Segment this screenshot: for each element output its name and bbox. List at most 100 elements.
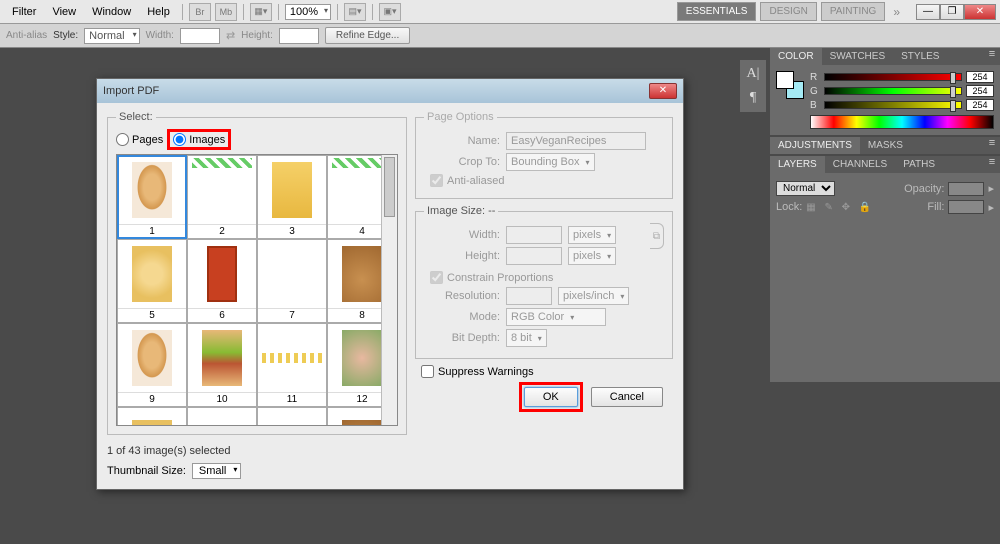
thumb-6[interactable]: 6 xyxy=(187,239,257,323)
spectrum-ramp[interactable] xyxy=(810,115,994,129)
refine-edge-button[interactable]: Refine Edge... xyxy=(325,27,410,44)
suppress-warnings-checkbox[interactable] xyxy=(421,365,434,378)
tab-adjustments[interactable]: ADJUSTMENTS xyxy=(770,137,860,154)
images-radio-highlight: Images xyxy=(167,129,231,150)
pages-radio[interactable]: Pages xyxy=(116,133,163,146)
thumb-14[interactable] xyxy=(187,407,257,426)
thumbnail-grid: 1 2 3 4 5 6 7 8 9 10 11 12 xyxy=(116,154,398,426)
style-dropdown[interactable]: Normal▾ xyxy=(84,28,139,44)
tool-mb-icon[interactable]: Mb xyxy=(215,3,237,21)
thumb-9[interactable]: 9 xyxy=(117,323,187,407)
image-size-legend: Image Size: -- xyxy=(424,205,498,217)
ok-button[interactable]: OK xyxy=(524,387,578,407)
blend-mode-dropdown[interactable]: Normal xyxy=(776,181,835,196)
layers-panel: LAYERS CHANNELS PATHS ≡ Normal Opacity: … xyxy=(770,156,1000,382)
thumb-scrollbar[interactable] xyxy=(381,155,397,425)
fill-label: Fill: xyxy=(927,201,944,213)
thumb-13[interactable] xyxy=(117,407,187,426)
thumb-5[interactable]: 5 xyxy=(117,239,187,323)
thumb-1[interactable]: 1 xyxy=(117,155,187,239)
tab-masks[interactable]: MASKS xyxy=(860,137,911,154)
right-panels: A| ¶ COLOR SWATCHES STYLES ≡ R254 G254 B… xyxy=(770,48,1000,384)
tab-paths[interactable]: PATHS xyxy=(895,156,943,173)
thumbsize-dropdown[interactable]: Small▾ xyxy=(192,463,242,479)
menu-window[interactable]: Window xyxy=(84,3,139,21)
opacity-flyout-icon[interactable]: ▸ xyxy=(988,182,994,195)
b-slider[interactable] xyxy=(824,101,962,109)
bitdepth-dropdown[interactable]: 8 bit xyxy=(506,329,547,347)
tab-layers[interactable]: LAYERS xyxy=(770,156,825,173)
dialog-close-button[interactable]: ✕ xyxy=(649,83,677,99)
import-pdf-dialog: Import PDF ✕ Select: Pages Images 1 2 3 xyxy=(96,78,684,490)
is-height-field[interactable] xyxy=(506,247,562,265)
thumb-11[interactable]: 11 xyxy=(257,323,327,407)
g-value[interactable]: 254 xyxy=(966,85,994,97)
tool-br-icon[interactable]: Br xyxy=(189,3,211,21)
workspace-essentials[interactable]: ESSENTIALS xyxy=(677,2,757,21)
arrange-docs-icon[interactable]: ▤▾ xyxy=(344,3,366,21)
style-label: Style: xyxy=(53,30,78,41)
fill-flyout-icon[interactable]: ▸ xyxy=(988,201,994,214)
constrain-link-icon[interactable]: ⧉ xyxy=(650,223,664,249)
opacity-field[interactable] xyxy=(948,182,984,196)
select-fieldset: Select: Pages Images 1 2 3 4 5 6 xyxy=(107,111,407,435)
layers-panel-menu-icon[interactable]: ≡ xyxy=(984,156,1000,173)
workspace-more-icon[interactable]: » xyxy=(889,5,904,19)
workspace-design[interactable]: DESIGN xyxy=(760,2,816,21)
thumb-15[interactable] xyxy=(257,407,327,426)
workspace-painting[interactable]: PAINTING xyxy=(821,2,885,21)
type-panel-icon[interactable]: A| xyxy=(740,62,766,86)
name-field[interactable] xyxy=(506,132,646,150)
thumb-2[interactable]: 2 xyxy=(187,155,257,239)
tab-styles[interactable]: STYLES xyxy=(893,48,947,65)
options-bar: Anti-alias Style: Normal▾ Width: ⇄ Heigh… xyxy=(0,24,1000,48)
window-minimize-icon[interactable]: — xyxy=(916,4,940,20)
paragraph-panel-icon[interactable]: ¶ xyxy=(740,86,766,110)
collapsed-panels: A| ¶ xyxy=(740,60,766,112)
swap-icon[interactable]: ⇄ xyxy=(226,29,235,42)
antialiased-checkbox[interactable] xyxy=(430,174,443,187)
width-field[interactable] xyxy=(180,28,220,44)
dialog-titlebar[interactable]: Import PDF ✕ xyxy=(97,79,683,103)
zoom-dropdown[interactable]: 100% xyxy=(285,4,331,20)
thumbsize-label: Thumbnail Size: xyxy=(107,465,186,477)
constrain-checkbox[interactable] xyxy=(430,271,443,284)
thumb-7[interactable]: 7 xyxy=(257,239,327,323)
lock-icons[interactable]: ▦ ✎ ✥ 🔒 xyxy=(806,202,874,213)
window-restore-icon[interactable]: ❐ xyxy=(940,4,964,20)
menu-filter[interactable]: Filter xyxy=(4,3,44,21)
cancel-button[interactable]: Cancel xyxy=(591,387,663,407)
color-panel-menu-icon[interactable]: ≡ xyxy=(984,48,1000,65)
resolution-field[interactable] xyxy=(506,287,552,305)
fill-field[interactable] xyxy=(948,200,984,214)
window-close-icon[interactable]: ✕ xyxy=(964,4,996,20)
mode-dropdown[interactable]: RGB Color xyxy=(506,308,606,326)
tab-color[interactable]: COLOR xyxy=(770,48,822,65)
menu-view[interactable]: View xyxy=(44,3,84,21)
r-value[interactable]: 254 xyxy=(966,71,994,83)
color-swatch[interactable] xyxy=(776,71,804,99)
width-unit-dropdown[interactable]: pixels xyxy=(568,226,616,244)
height-label: Height: xyxy=(241,30,273,41)
screen-mode-icon[interactable]: ▦▾ xyxy=(250,3,272,21)
is-width-field[interactable] xyxy=(506,226,562,244)
height-field[interactable] xyxy=(279,28,319,44)
screen-icon[interactable]: ▣▾ xyxy=(379,3,401,21)
adj-panel-menu-icon[interactable]: ≡ xyxy=(984,137,1000,154)
select-legend: Select: xyxy=(116,111,156,123)
thumb-10[interactable]: 10 xyxy=(187,323,257,407)
r-slider[interactable] xyxy=(824,73,962,81)
thumb-3[interactable]: 3 xyxy=(257,155,327,239)
menu-help[interactable]: Help xyxy=(139,3,178,21)
tab-swatches[interactable]: SWATCHES xyxy=(822,48,894,65)
image-size-fieldset: Image Size: -- Width: pixels Height: pix… xyxy=(415,205,673,359)
tab-channels[interactable]: CHANNELS xyxy=(825,156,895,173)
b-value[interactable]: 254 xyxy=(966,99,994,111)
page-options-fieldset: Page Options Name: Crop To:Bounding Box … xyxy=(415,111,673,199)
height-unit-dropdown[interactable]: pixels xyxy=(568,247,616,265)
crop-to-dropdown[interactable]: Bounding Box xyxy=(506,153,595,171)
images-radio[interactable]: Images xyxy=(173,133,225,146)
resolution-unit-dropdown[interactable]: pixels/inch xyxy=(558,287,629,305)
menu-bar: Filter View Window Help Br Mb ▦▾ 100% ▤▾… xyxy=(0,0,1000,24)
g-slider[interactable] xyxy=(824,87,962,95)
